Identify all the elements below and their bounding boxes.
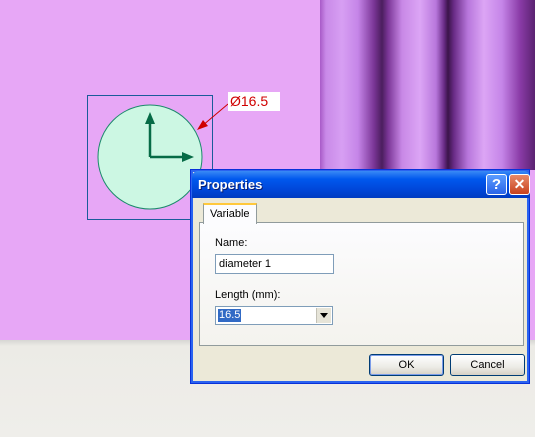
close-icon[interactable]: ✕ [509,174,530,195]
dialog-titlebar[interactable]: Properties ? ✕ [192,171,530,198]
name-field[interactable]: diameter 1 [215,254,334,274]
length-combobox[interactable]: 16.5 [215,306,333,325]
dropdown-arrow-icon[interactable] [316,308,331,323]
dimension-leader [201,103,229,127]
help-icon[interactable]: ? [486,174,507,195]
cancel-button[interactable]: Cancel [450,354,525,376]
properties-dialog: Properties ? ✕ Variable Name: diameter 1… [190,169,530,384]
dimension-arrowhead [197,120,208,130]
length-label: Length (mm): [215,289,281,301]
diameter-dimension-label[interactable]: Ø16.5 [228,92,280,111]
dialog-title: Properties [198,177,263,192]
tab-variable[interactable]: Variable [203,203,257,224]
length-value[interactable]: 16.5 [218,309,242,322]
name-label: Name: [215,237,248,249]
ok-button[interactable]: OK [369,354,444,376]
variable-tab-panel [199,222,524,346]
